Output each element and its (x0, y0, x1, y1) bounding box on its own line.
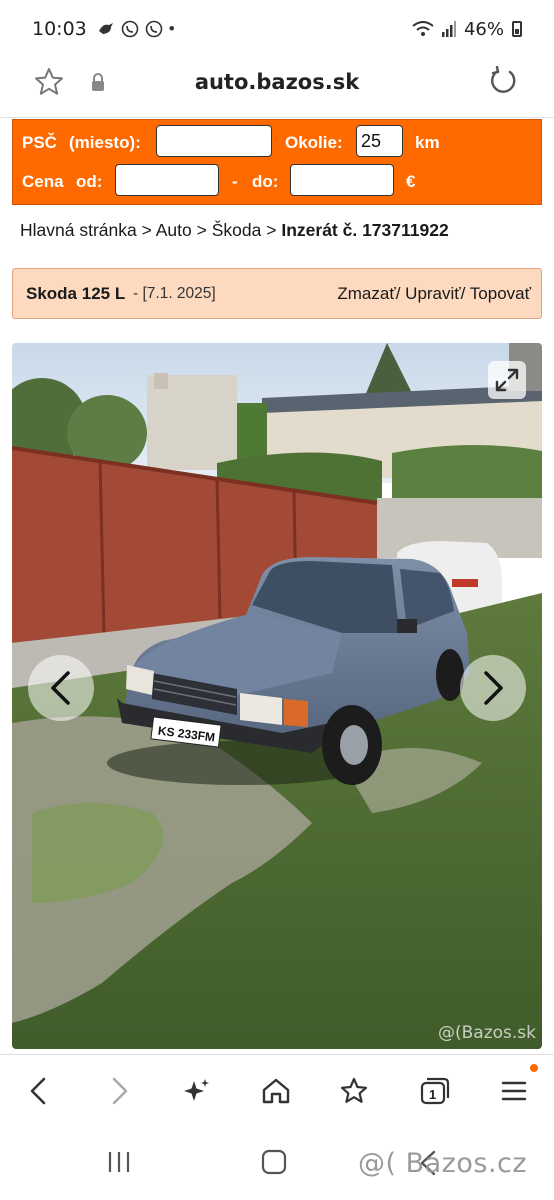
url-text[interactable]: auto.bazos.sk (0, 70, 554, 94)
forward-button[interactable] (100, 1071, 140, 1111)
search-form: PSČ (miesto): Okolie: 25 km Cena od: - d… (12, 119, 542, 205)
recent-apps-icon[interactable] (106, 1150, 132, 1174)
home-button[interactable] (256, 1071, 296, 1111)
cena-label: Cena (22, 172, 64, 191)
price-dash: - (232, 172, 238, 191)
breadcrumb-home[interactable]: Hlavná stránka (20, 220, 137, 240)
reload-icon[interactable] (488, 65, 518, 104)
address-bar: auto.bazos.sk (0, 58, 554, 118)
breadcrumb: Hlavná stránka > Auto > Škoda > Inzerát … (20, 220, 449, 241)
breadcrumb-current: Inzerát č. 173711922 (281, 220, 449, 240)
chevron-left-icon (51, 671, 70, 705)
price-to-input[interactable] (290, 164, 394, 196)
price-from-input[interactable] (115, 164, 219, 196)
status-right: 46% (412, 19, 522, 40)
notification-dot: • (168, 19, 175, 38)
signal-icon (441, 21, 456, 37)
breadcrumb-auto[interactable]: Auto (156, 220, 192, 240)
wifi-icon (412, 21, 434, 36)
km-label: km (415, 133, 440, 152)
browser-toolbar: 1 (0, 1054, 554, 1124)
psc-input[interactable] (156, 125, 272, 157)
breadcrumb-separator: > (266, 220, 277, 240)
viber-icon (121, 20, 139, 38)
car-photo[interactable]: KS 233FM @(Bazos.sk (12, 343, 542, 1049)
svg-text:1: 1 (429, 1087, 436, 1102)
okolie-input[interactable]: 25 (356, 125, 403, 157)
forward-arrow-icon (112, 1077, 128, 1105)
previous-photo-button[interactable] (28, 655, 94, 721)
menu-notification-dot (530, 1064, 538, 1072)
ad-actions-links[interactable]: Zmazať/ Upraviť/ Topovať (337, 284, 531, 304)
viber-icon (145, 20, 163, 38)
next-photo-button[interactable] (460, 655, 526, 721)
breadcrumb-skoda[interactable]: Škoda (212, 220, 262, 240)
back-arrow-icon (30, 1077, 46, 1105)
ad-date: - [7.1. 2025] (133, 285, 216, 302)
sparkle-icon (184, 1079, 209, 1101)
do-label: do: (252, 172, 279, 191)
ad-header: Skoda 125 L - [7.1. 2025] Zmazať/ Upravi… (12, 268, 542, 319)
tabs-icon: 1 (420, 1077, 450, 1105)
notification-icons: • (97, 19, 175, 39)
tabs-button[interactable]: 1 (414, 1071, 454, 1111)
photo-watermark: @(Bazos.sk (438, 1023, 536, 1043)
bookmark-star-plus-icon (340, 1077, 368, 1103)
chevron-right-icon (484, 671, 503, 705)
od-label: od: (76, 172, 103, 191)
clock: 10:03 (32, 18, 87, 40)
psc-label: PSČ (22, 133, 57, 152)
breadcrumb-separator: > (141, 220, 152, 240)
home-icon (262, 1078, 290, 1104)
menu-button[interactable] (494, 1071, 534, 1111)
status-bar: 10:03 • 46% (0, 0, 554, 58)
hamburger-menu-icon (501, 1081, 527, 1101)
okolie-label: Okolie: (285, 133, 343, 152)
bookmarks-button[interactable] (335, 1071, 375, 1111)
miesto-label: (miesto): (69, 133, 141, 152)
breadcrumb-separator: > (196, 220, 207, 240)
battery-level: 46% (463, 18, 504, 40)
bazos-watermark: @( Bazos.cz (358, 1148, 528, 1179)
assistant-button[interactable] (177, 1071, 217, 1111)
back-button[interactable] (18, 1071, 58, 1111)
bird-icon (98, 23, 113, 34)
home-system-icon[interactable] (261, 1149, 287, 1175)
ad-title: Skoda 125 L (26, 284, 126, 303)
battery-icon (512, 21, 522, 37)
currency-label: € (406, 172, 416, 191)
fullscreen-expand-icon[interactable] (488, 361, 526, 399)
